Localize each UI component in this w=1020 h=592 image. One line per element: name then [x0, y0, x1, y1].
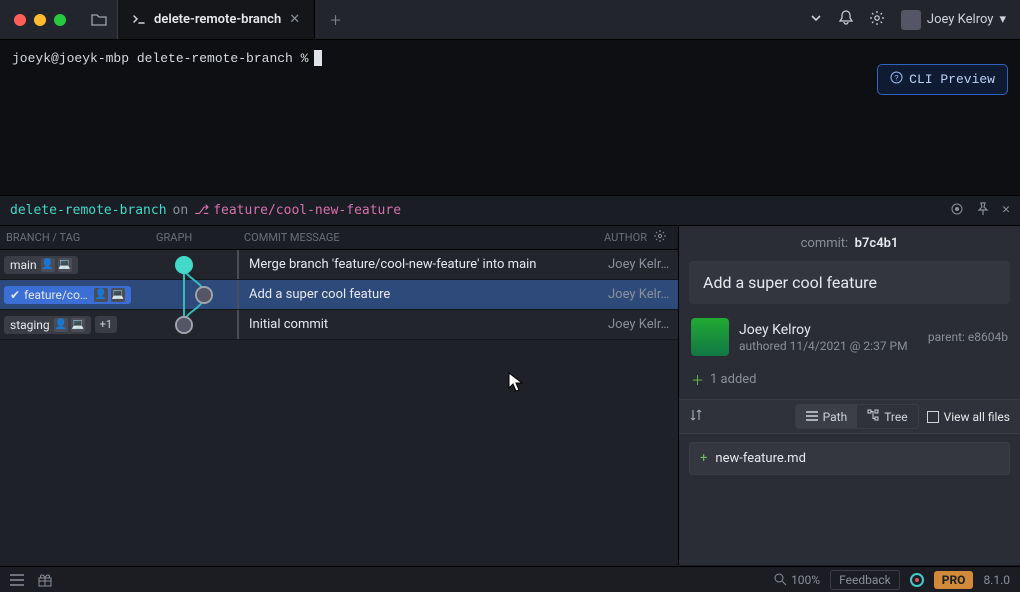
col-header-message[interactable]: Commit Message: [238, 231, 598, 244]
commit-row[interactable]: main 👤 💻 Merge branch 'fea: [0, 250, 678, 280]
author-name: Joey Kelroy: [739, 322, 918, 338]
help-icon: ?: [890, 71, 903, 88]
laptop-icon: 💻: [71, 318, 85, 332]
branch-icon: [194, 203, 209, 218]
commit-detail-panel: commit: b7c4b1 Add a super cool feature …: [678, 226, 1020, 565]
avatar-icon: 👤: [54, 318, 68, 332]
settings-icon[interactable]: [869, 10, 885, 30]
branch-chip-staging[interactable]: staging 👤 💻: [4, 316, 91, 334]
changed-files-list: + new-feature.md: [689, 442, 1010, 475]
terminal-icon: [132, 13, 146, 27]
branch-chip-feature[interactable]: ✔ feature/cool… 👤 💻: [4, 286, 131, 304]
branch-extra-count[interactable]: +1: [95, 316, 117, 333]
terminal-cursor: [314, 50, 322, 66]
cli-preview-button[interactable]: ? CLI Preview: [877, 64, 1008, 95]
avatar-icon: 👤: [41, 258, 55, 272]
checkmark-icon: ✔: [10, 288, 20, 302]
author-avatar: [691, 318, 729, 356]
commit-title: Add a super cool feature: [689, 261, 1010, 304]
diff-summary: ＋ 1 added: [679, 360, 1020, 399]
context-repo-name: delete-remote-branch: [10, 203, 167, 218]
context-branch-name: feature/cool-new-feature: [213, 203, 401, 218]
commit-row[interactable]: ✔ feature/cool… 👤 💻 Add a super cool fea…: [0, 280, 678, 310]
open-folder-button[interactable]: [80, 0, 118, 39]
window-maximize-icon[interactable]: [54, 14, 66, 26]
window-minimize-icon[interactable]: [34, 14, 46, 26]
branch-chip-main[interactable]: main 👤 💻: [4, 256, 78, 274]
history-dropdown-icon[interactable]: [809, 11, 823, 29]
context-on-word: on: [173, 203, 189, 218]
view-all-files-checkbox[interactable]: View all files: [927, 410, 1010, 424]
zoom-control[interactable]: 100%: [774, 573, 820, 587]
commit-hash[interactable]: b7c4b1: [855, 236, 899, 251]
commit-author: Joey Kelr…: [602, 257, 678, 272]
file-added-icon: +: [700, 451, 707, 466]
laptop-icon: 💻: [111, 288, 125, 302]
terminal-prompt: joeyk@joeyk-mbp delete-remote-branch %: [12, 51, 308, 66]
commit-node[interactable]: [175, 256, 193, 274]
window-close-icon[interactable]: [14, 14, 26, 26]
laptop-icon: 💻: [58, 258, 72, 272]
status-bar: 100% Feedback PRO 8.1.0: [0, 566, 1020, 592]
column-headers: Branch / Tag Graph Commit Message Author: [0, 226, 678, 250]
columns-settings-icon[interactable]: [654, 230, 668, 245]
commit-row[interactable]: staging 👤 💻 +1 Initial commit Joey Kelr…: [0, 310, 678, 340]
checkbox-icon: [927, 411, 939, 423]
avatar: [901, 10, 921, 30]
feedback-button[interactable]: Feedback: [830, 570, 900, 590]
view-mode-path[interactable]: Path: [796, 405, 858, 428]
tree-icon: [867, 409, 879, 424]
commit-hash-header: commit: b7c4b1: [679, 226, 1020, 261]
commit-author: Joey Kelr…: [602, 317, 678, 332]
gift-icon[interactable]: [38, 573, 52, 587]
changed-file[interactable]: + new-feature.md: [700, 451, 999, 466]
commit-message: Add a super cool feature: [237, 280, 602, 309]
version-label: 8.1.0: [983, 573, 1010, 587]
window-controls: [0, 14, 80, 26]
svg-text:?: ?: [894, 75, 899, 84]
user-menu[interactable]: Joey Kelroy ▾: [901, 10, 1006, 30]
notifications-icon[interactable]: [839, 10, 853, 30]
new-tab-button[interactable]: ＋: [315, 10, 356, 29]
avatar-icon: 👤: [94, 288, 108, 302]
list-icon[interactable]: [10, 574, 24, 586]
sort-icon[interactable]: [689, 408, 703, 426]
close-panel-icon[interactable]: ✕: [1002, 202, 1010, 220]
file-toolbar: Path Tree View all files: [679, 399, 1020, 434]
col-header-author[interactable]: Author: [604, 231, 647, 244]
commit-message: Initial commit: [237, 310, 602, 339]
tab-title: delete-remote-branch: [154, 12, 281, 27]
tab-close-icon[interactable]: ✕: [289, 12, 300, 27]
pin-icon[interactable]: [976, 202, 990, 220]
chevron-down-icon: ▾: [999, 12, 1006, 27]
view-mode-toggle: Path Tree: [795, 404, 919, 429]
file-name: new-feature.md: [715, 451, 806, 466]
tab-terminal[interactable]: delete-remote-branch ✕: [118, 0, 315, 39]
view-mode-tree[interactable]: Tree: [857, 405, 917, 428]
commit-rows: main 👤 💻 Merge branch 'fea: [0, 250, 678, 340]
commit-graph-panel: Branch / Tag Graph Commit Message Author…: [0, 226, 678, 565]
terminal-panel[interactable]: joeyk@joeyk-mbp delete-remote-branch % ?…: [0, 40, 1020, 195]
pro-badge[interactable]: PRO: [934, 571, 974, 589]
user-name: Joey Kelroy: [927, 12, 994, 27]
commit-message: Merge branch 'feature/cool-new-feature' …: [237, 250, 602, 279]
commit-node[interactable]: [175, 316, 193, 334]
mouse-cursor-icon: [508, 372, 524, 394]
focus-target-icon[interactable]: [950, 202, 964, 220]
commit-author: Joey Kelr…: [602, 287, 678, 302]
commit-node[interactable]: [195, 286, 213, 304]
title-bar: delete-remote-branch ✕ ＋ Joey Kelroy ▾: [0, 0, 1020, 40]
parent-commit[interactable]: parent: e8604b: [928, 330, 1008, 344]
plus-icon: ＋: [691, 370, 704, 389]
list-icon: [806, 410, 818, 424]
author-date: authored 11/4/2021 @ 2:37 PM: [739, 339, 918, 353]
col-header-branch[interactable]: Branch / Tag: [0, 231, 150, 244]
status-target-icon[interactable]: [910, 573, 924, 587]
